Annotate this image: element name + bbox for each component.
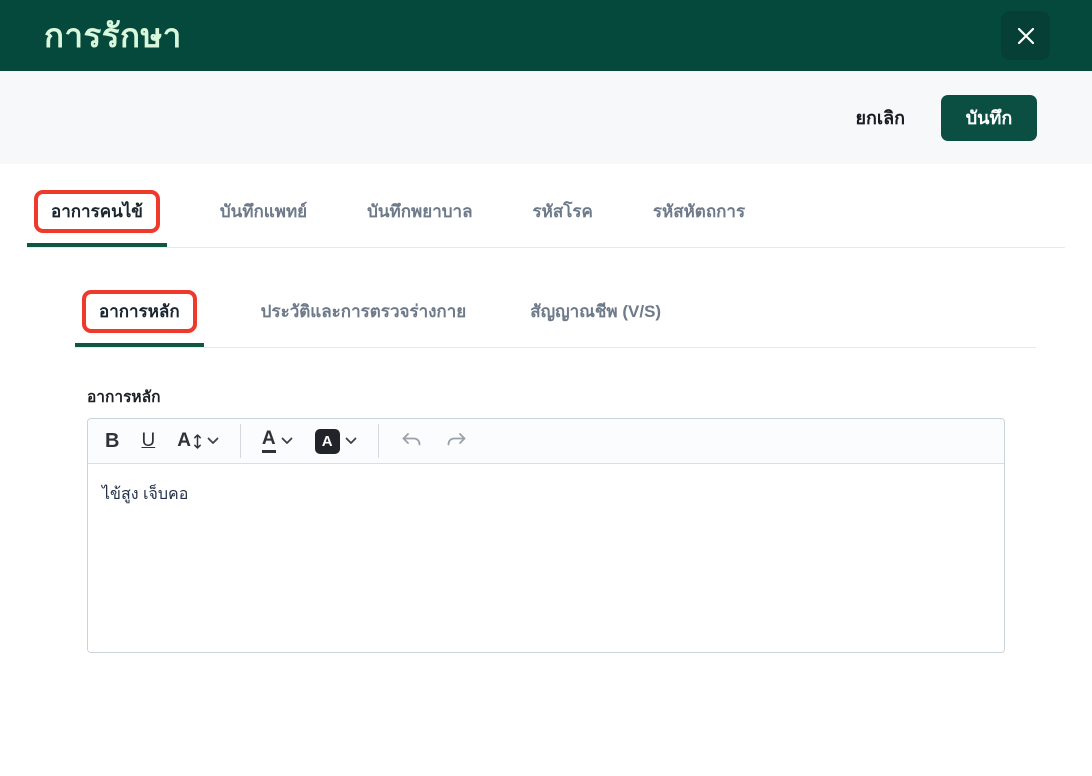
subtab-label: ประวัติและการตรวจร่างกาย — [260, 302, 467, 321]
redo-icon — [445, 432, 468, 450]
cancel-button[interactable]: ยกเลิก — [855, 103, 905, 132]
toolbar-separator — [377, 424, 379, 458]
tab-patient-symptoms[interactable]: อาการคนไข้ — [27, 178, 167, 247]
redo-button[interactable] — [438, 428, 475, 454]
main-tab-bar: อาการคนไข้ บันทึกแพทย์ บันทึกพยาบาล รหัส… — [27, 178, 1065, 248]
text-color-icon: A — [261, 429, 276, 453]
highlight-color-icon: A — [314, 428, 340, 454]
editor-label: อาการหลัก — [87, 389, 161, 406]
chevron-down-icon — [207, 437, 219, 445]
annotation-highlight: อาการหลัก — [82, 290, 197, 333]
annotation-highlight: อาการคนไข้ — [34, 190, 160, 233]
tab-label: รหัสโรค — [532, 202, 593, 221]
page-title: การรักษา — [44, 17, 182, 54]
tab-nurse-note[interactable]: บันทึกพยาบาล — [360, 178, 479, 247]
tab-label: บันทึกแพทย์ — [219, 202, 308, 221]
arrow-up-down-icon — [193, 433, 202, 450]
highlight-color-button[interactable]: A — [308, 425, 364, 458]
dialog-header: การรักษา — [0, 0, 1092, 71]
tab-label: อาการคนไข้ — [51, 202, 143, 221]
undo-button[interactable] — [393, 428, 430, 454]
subtab-label: อาการหลัก — [99, 302, 180, 321]
underline-icon: U — [141, 430, 156, 451]
underline-button[interactable]: U — [134, 426, 162, 456]
toolbar-separator — [239, 424, 241, 458]
tab-disease-code[interactable]: รหัสโรค — [526, 178, 600, 247]
tab-label: รหัสหัตถการ — [652, 202, 746, 221]
subtab-history-physical-exam[interactable]: ประวัติและการตรวจร่างกาย — [254, 278, 474, 347]
subtab-vital-signs[interactable]: สัญญาณชีพ (V/S) — [523, 278, 668, 347]
rich-text-editor: B U A A A ไข้สูง เจ็บคอ — [87, 418, 1005, 653]
subtab-chief-complaint[interactable]: อาการหลัก — [75, 278, 204, 347]
subtab-label: สัญญาณชีพ (V/S) — [530, 302, 662, 321]
editor-content[interactable]: ไข้สูง เจ็บคอ — [88, 464, 1004, 652]
save-button[interactable]: บันทึก — [941, 94, 1037, 141]
tab-doctor-note[interactable]: บันทึกแพทย์ — [213, 178, 314, 247]
text-color-button[interactable]: A — [255, 425, 300, 457]
editor-toolbar: B U A A A — [88, 419, 1004, 464]
undo-icon — [400, 432, 423, 450]
chevron-down-icon — [345, 437, 357, 445]
chief-complaint-section: อาการหลัก B U A A A ไข้สูง เจ็บคอ — [87, 384, 1005, 653]
font-size-icon: A — [177, 430, 191, 451]
chevron-down-icon — [281, 437, 293, 445]
close-button[interactable] — [1001, 11, 1050, 60]
font-size-button[interactable]: A — [170, 426, 226, 456]
bold-icon: B — [105, 429, 120, 452]
sub-tab-bar: อาการหลัก ประวัติและการตรวจร่างกาย สัญญา… — [75, 278, 1036, 348]
close-icon — [1015, 25, 1037, 47]
bold-button[interactable]: B — [98, 426, 126, 457]
tab-label: บันทึกพยาบาล — [367, 202, 473, 221]
action-bar: ยกเลิก บันทึก — [0, 71, 1092, 164]
tab-procedure-code[interactable]: รหัสหัตถการ — [646, 178, 752, 247]
